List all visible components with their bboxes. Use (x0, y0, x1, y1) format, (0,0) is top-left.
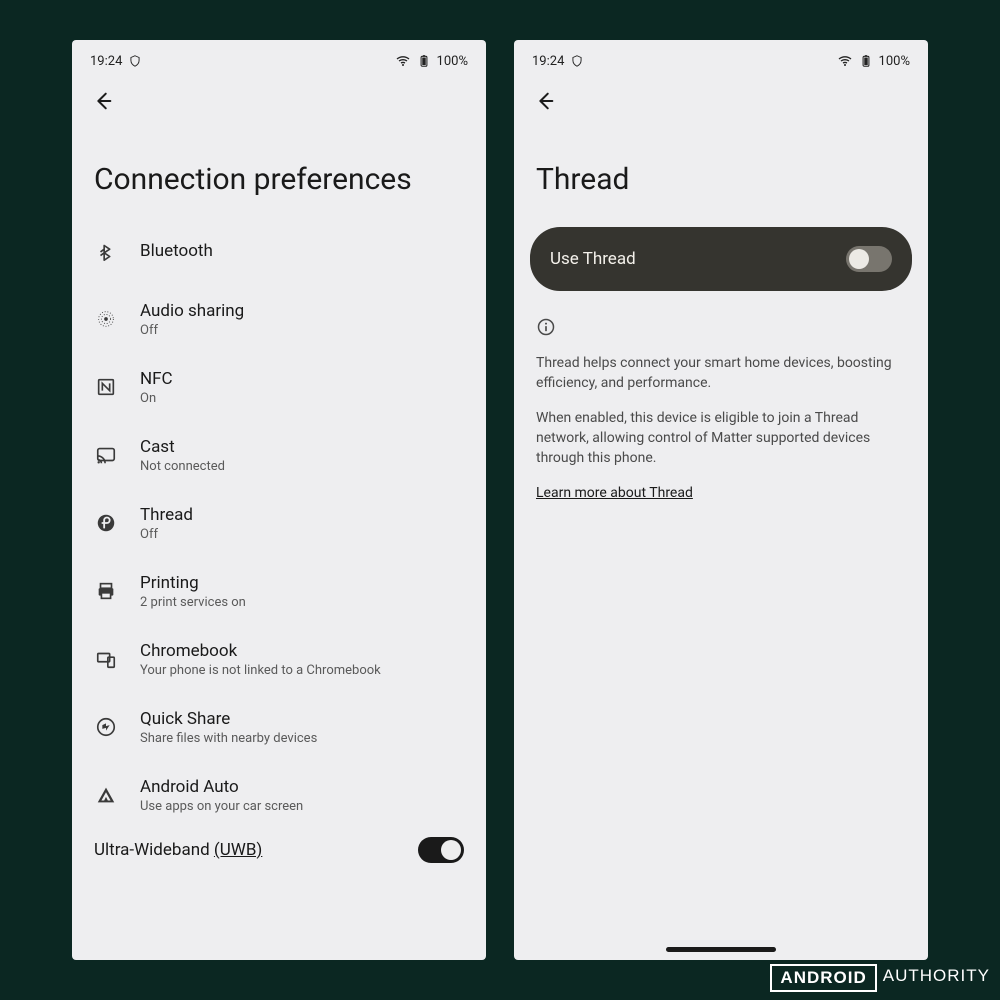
bluetooth-icon (94, 239, 118, 263)
watermark: ANDROID AUTHORITY (770, 964, 992, 992)
status-bar: 19:24 100% (514, 40, 928, 76)
chromebook-icon (94, 647, 118, 671)
thread-info: Thread helps connect your smart home dev… (514, 309, 928, 509)
battery-icon (417, 54, 431, 68)
settings-list: Bluetooth Audio sharingOff NFCOn CastNot… (72, 217, 486, 829)
printing-icon (94, 579, 118, 603)
nav-handle[interactable] (666, 947, 776, 952)
page-title: Connection preferences (72, 126, 486, 217)
audio-sharing-icon (94, 307, 118, 331)
nfc-icon (94, 375, 118, 399)
thread-icon (94, 511, 118, 535)
uwb-toggle[interactable] (418, 837, 464, 863)
status-bar: 19:24 100% (72, 40, 486, 76)
shield-icon (128, 54, 142, 68)
use-thread-toggle-row[interactable]: Use Thread (530, 227, 912, 291)
connection-preferences-screen: 19:24 100% Connection preferences Blueto… (72, 40, 486, 960)
thread-info-p2: When enabled, this device is eligible to… (536, 408, 906, 469)
uwb-label: Ultra-Wideband (UWB) (94, 840, 262, 860)
setting-thread[interactable]: ThreadOff (72, 489, 486, 557)
setting-bluetooth[interactable]: Bluetooth (72, 217, 486, 285)
back-button[interactable] (86, 84, 120, 118)
use-thread-label: Use Thread (550, 249, 636, 269)
battery-icon (859, 54, 873, 68)
setting-chromebook[interactable]: ChromebookYour phone is not linked to a … (72, 625, 486, 693)
setting-cast[interactable]: CastNot connected (72, 421, 486, 489)
thread-screen: 19:24 100% Thread Use Thread Thread help… (514, 40, 928, 960)
setting-android-auto[interactable]: Android AutoUse apps on your car screen (72, 761, 486, 829)
info-icon (536, 317, 906, 341)
quick-share-icon (94, 715, 118, 739)
android-auto-icon (94, 783, 118, 807)
status-time: 19:24 (90, 54, 122, 69)
wifi-icon (395, 53, 411, 69)
use-thread-switch[interactable] (846, 246, 892, 272)
setting-quick-share[interactable]: Quick ShareShare files with nearby devic… (72, 693, 486, 761)
setting-printing[interactable]: Printing2 print services on (72, 557, 486, 625)
setting-uwb[interactable]: Ultra-Wideband (UWB) (72, 829, 486, 863)
status-time: 19:24 (532, 54, 564, 69)
thread-info-p1: Thread helps connect your smart home dev… (536, 353, 906, 394)
status-battery: 100% (437, 54, 468, 69)
setting-nfc[interactable]: NFCOn (72, 353, 486, 421)
status-battery: 100% (879, 54, 910, 69)
cast-icon (94, 443, 118, 467)
wifi-icon (837, 53, 853, 69)
setting-audio-sharing[interactable]: Audio sharingOff (72, 285, 486, 353)
learn-more-link[interactable]: Learn more about Thread (536, 485, 693, 501)
shield-icon (570, 54, 584, 68)
page-title: Thread (514, 126, 928, 223)
back-button[interactable] (528, 84, 562, 118)
